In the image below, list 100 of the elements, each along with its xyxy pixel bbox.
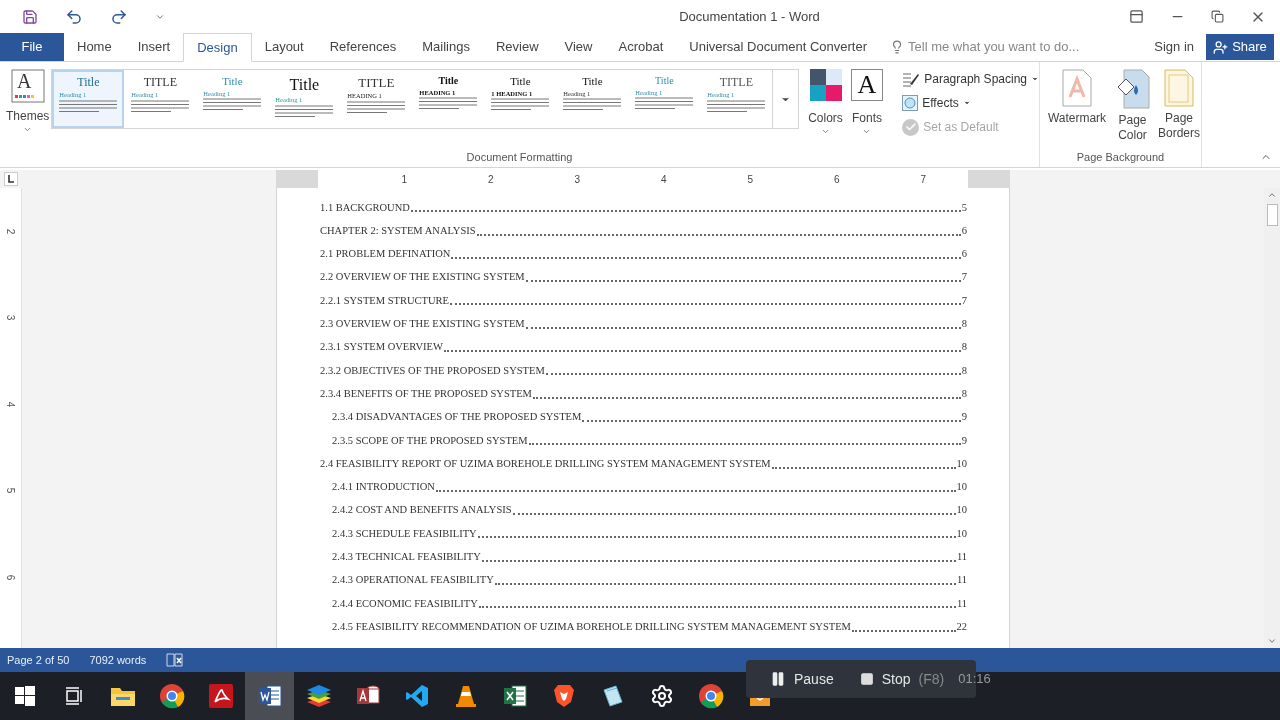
themes-icon — [10, 69, 45, 103]
tab-stop-icon[interactable] — [4, 172, 18, 186]
page-count[interactable]: Page 2 of 50 — [7, 651, 70, 669]
ribbon-tab[interactable]: Insert — [124, 33, 184, 61]
restore-icon[interactable] — [1211, 10, 1224, 23]
page-background-button[interactable]: Watermark — [1046, 69, 1108, 126]
text-lines-icon — [707, 98, 766, 113]
browser-icon — [158, 683, 185, 709]
task-view-icon — [63, 686, 84, 706]
page-number: 22 — [956, 619, 967, 634]
settings-icon — [649, 684, 674, 708]
scrollbar-thumb[interactable] — [1266, 204, 1278, 226]
toc-heading: 2.4.1 INTRODUCTION — [332, 480, 435, 495]
window-title: Documentation 1 - Word — [679, 7, 820, 26]
themes-button[interactable]: A Themes — [6, 69, 50, 134]
taskbar-app[interactable] — [245, 672, 294, 720]
ribbon-tab[interactable]: View — [551, 33, 606, 61]
ribbon-tab[interactable]: Acrobat — [605, 33, 677, 61]
page-number: 11 — [956, 596, 967, 611]
recording-timer: 01:16 — [958, 670, 991, 689]
text-lines-icon — [491, 97, 550, 112]
page-number: 6 — [961, 223, 967, 238]
text-lines-icon — [635, 96, 694, 110]
browser-icon — [697, 683, 724, 709]
sign-in-link[interactable]: Sign in — [1142, 33, 1206, 61]
pause-icon — [770, 671, 786, 687]
scroll-down-icon[interactable] — [1267, 636, 1277, 646]
page-number: 10 — [956, 526, 967, 541]
ribbon-tab[interactable]: Design — [183, 33, 252, 62]
word-count[interactable]: 7092 words — [89, 651, 147, 669]
tell-me-field[interactable]: Tell me what you want to do... — [908, 33, 1108, 61]
checkmark-icon — [902, 118, 920, 136]
fonts-button[interactable]: A Fonts — [849, 69, 885, 136]
text-lines-icon — [563, 97, 622, 112]
ribbon-tab[interactable]: File — [0, 33, 64, 61]
group-label: Document Formatting — [466, 150, 573, 165]
spreadsheet-app-icon — [502, 685, 527, 707]
text-lines-icon — [419, 96, 478, 110]
toc-heading: 2.1 PROBLEM DEFINATION — [320, 247, 451, 262]
text-lines-icon — [59, 98, 118, 113]
page-background-button[interactable]: Page Color — [1112, 69, 1153, 143]
text-lines-icon — [203, 97, 262, 112]
ribbon-tab[interactable]: Mailings — [409, 33, 483, 61]
ribbon-tab[interactable]: Review — [482, 33, 552, 61]
page-number: 10 — [956, 480, 967, 495]
toc-heading: 2.4 FEASIBILITY REPORT OF UZIMA BOREHOLE DRILLING SYSTEM MANAGEMENT SYSTEM — [320, 456, 771, 471]
lion-shield-icon — [552, 684, 575, 708]
page-borders-icon — [1164, 69, 1194, 107]
page-number: 7 — [961, 270, 967, 285]
ribbon-tab[interactable]: Universal Document Converter — [676, 33, 880, 61]
pause-button[interactable]: Pause — [770, 668, 834, 690]
database-app-icon — [355, 685, 380, 707]
page-background-button[interactable]: Page Borders — [1157, 69, 1201, 141]
caret-icon — [862, 127, 872, 136]
ribbon-tab[interactable]: References — [316, 33, 410, 61]
toc-heading: 2.4.3 TECHNICAL FEASIBILITY — [332, 550, 481, 564]
page-number: 8 — [961, 340, 967, 355]
color-palette-icon — [809, 69, 842, 101]
watermark-icon — [1062, 69, 1092, 107]
caret-icon — [821, 127, 830, 136]
toc-heading: 2.3.1 SYSTEM OVERVIEW — [320, 340, 443, 355]
share-button[interactable]: Share — [1206, 34, 1274, 60]
effects-icon — [902, 95, 919, 111]
toc-heading: 2.3.4 DISADVANTAGES OF THE PROPOSED SYSTEM — [332, 410, 582, 425]
toc-heading: CHAPTER 2: SYSTEM ANALYSIS — [320, 223, 476, 238]
save-icon[interactable] — [22, 8, 38, 25]
ribbon-display-icon[interactable] — [1129, 9, 1144, 24]
scroll-up-icon[interactable] — [1267, 190, 1277, 200]
page-number: 9 — [961, 410, 967, 425]
toc-heading: 2.3.5 SCOPE OF THE PROPOSED SYSTEM — [332, 433, 528, 448]
stop-button[interactable]: Stop (F8) — [859, 668, 945, 690]
toc-heading: 2.3 OVERVIEW OF THE EXISTING SYSTEM — [320, 317, 525, 332]
ribbon-tab[interactable]: Home — [64, 33, 125, 61]
redo-icon[interactable] — [110, 7, 128, 26]
vertical-ruler: 2 3 4 5 6 — [0, 188, 22, 648]
text-lines-icon — [347, 99, 406, 114]
ribbon-tab[interactable]: Layout — [251, 33, 317, 61]
document-app-icon — [257, 685, 282, 707]
toc-heading: 2.2.1 SYSTEM STRUCTURE — [320, 293, 449, 308]
toc-heading: 1.1 BACKGROUND — [320, 200, 410, 215]
proofing-icon[interactable] — [166, 653, 185, 667]
format-option[interactable]: Paragraph Spacing — [902, 70, 1039, 88]
page-number: 8 — [961, 363, 967, 378]
colors-button[interactable]: Colors — [807, 69, 844, 136]
toc-heading: 2.4.2 COST AND BENEFITS ANALYSIS — [332, 503, 512, 518]
toc-heading: 2.4.3 OPERATIONAL FEASIBILITY — [332, 573, 494, 588]
page-number: 10 — [956, 456, 967, 471]
toc-heading: 2.3.4 BENEFITS OF THE PROPOSED SYSTEM — [320, 386, 532, 401]
undo-icon[interactable] — [65, 7, 83, 26]
page-number: 8 — [961, 386, 967, 401]
page-number: 11 — [956, 550, 967, 564]
toc-heading: 2.4.3 SCHEDULE FEASIBILITY — [332, 526, 477, 541]
add-person-icon — [1213, 39, 1229, 55]
lightbulb-icon — [890, 40, 904, 54]
toc-heading: 2.4.5 FEASIBILITY RECOMMENDATION OF UZIMA BOREHOLE DRILLING SYSTEM MANAGEMENT SYSTEM — [332, 619, 851, 634]
format-option[interactable]: Effects — [902, 94, 1039, 112]
horizontal-ruler: 1 2 3 4 5 6 7 — [318, 170, 968, 188]
page-number: 10 — [956, 503, 967, 518]
toc-heading: 2.4.4 ECONOMIC FEASIBILITY — [332, 596, 478, 611]
caret-icon — [962, 99, 971, 107]
